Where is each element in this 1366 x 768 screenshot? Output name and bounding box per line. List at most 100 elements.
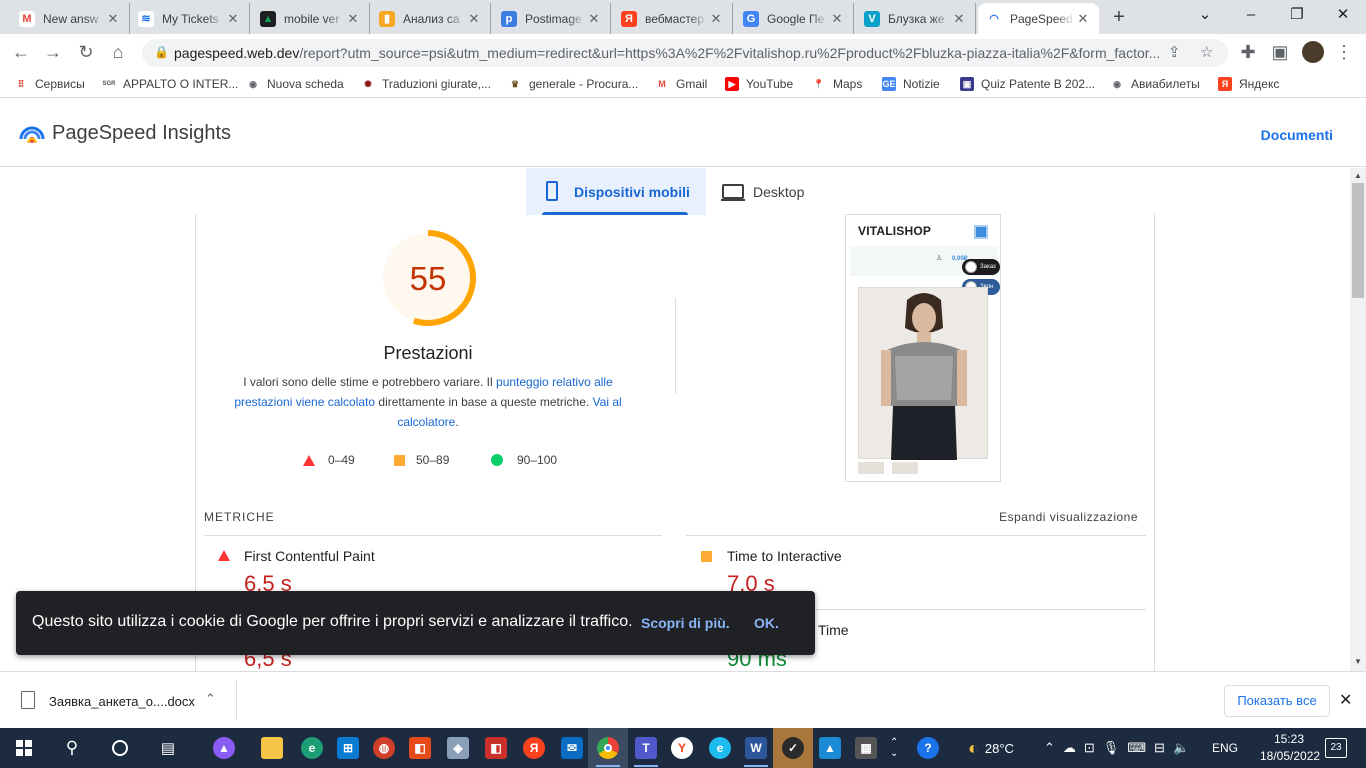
download-filename[interactable]: Заявка_анкета_о....docx xyxy=(49,694,195,709)
bookmark-item[interactable]: 📍 Maps xyxy=(812,75,862,93)
calculator-icon[interactable]: ▦ xyxy=(846,728,886,768)
profile-avatar[interactable] xyxy=(1302,41,1324,63)
app-gray-icon[interactable]: ◈ xyxy=(438,728,478,768)
tab-8[interactable]: V Блузка же ✕ xyxy=(856,3,976,34)
input-language[interactable]: ENG xyxy=(1212,728,1238,768)
close-window-button[interactable]: ✕ xyxy=(1320,0,1366,34)
tab-title: Блузка же xyxy=(888,11,945,26)
yandex-browser-icon[interactable]: Y xyxy=(662,728,702,768)
cookie-learn-more-link[interactable]: Scopri di più. xyxy=(641,615,730,631)
legend-fail-label: 0–49 xyxy=(328,453,355,467)
word-icon[interactable]: W xyxy=(736,728,776,768)
photos-icon[interactable]: ▲ xyxy=(810,728,850,768)
tab-search-icon[interactable]: ⌄ xyxy=(1182,0,1228,34)
help-icon[interactable]: ? xyxy=(908,728,948,768)
alice-assistant-icon[interactable]: ▲ xyxy=(204,728,244,768)
bookmark-item[interactable]: Я Яндекс xyxy=(1218,75,1279,93)
close-tab-icon[interactable]: ✕ xyxy=(586,11,602,27)
bookmark-item[interactable]: ◉ Авиабилеты xyxy=(1110,75,1200,93)
teams-icon[interactable]: T xyxy=(626,728,666,768)
search-icon[interactable]: ⚲ xyxy=(52,728,92,768)
start-button[interactable] xyxy=(4,728,44,768)
scroll-up-icon[interactable]: ▲ xyxy=(1351,170,1365,182)
windows-taskbar: ⚲ ▤ ▲ e ⊞ ◍ ◧ ◈ ◧ Я ✉ T Y e W ✓ ▲ ▦ ⌃ ⌄ ?… xyxy=(0,728,1366,768)
menu-icon[interactable]: ⋮ xyxy=(1334,42,1354,62)
chrome-icon[interactable] xyxy=(588,728,628,768)
close-tab-icon[interactable]: ✕ xyxy=(105,11,121,27)
new-tab-button[interactable]: + xyxy=(1108,6,1130,28)
lock-icon[interactable]: 🔒 xyxy=(154,45,169,59)
close-tab-icon[interactable]: ✕ xyxy=(1075,11,1091,27)
close-tab-icon[interactable]: ✕ xyxy=(951,11,967,27)
bookmark-item[interactable]: ✺ Traduzioni giurate,... xyxy=(361,75,491,93)
taskbar-overflow-chevrons[interactable]: ⌃ ⌄ xyxy=(890,728,906,768)
system-tray-icons[interactable]: ⌃☁⊡🎙⌨⊟🔈 xyxy=(1044,728,1197,768)
tab-2[interactable]: ≋ My Tickets ✕ xyxy=(130,3,250,34)
back-icon[interactable]: ← xyxy=(11,42,31,62)
tab-desktop[interactable]: Desktop xyxy=(721,168,842,215)
task-view-icon[interactable]: ▤ xyxy=(148,728,188,768)
cortana-icon[interactable] xyxy=(100,728,140,768)
bookmark-item[interactable]: GE Notizie xyxy=(882,75,940,93)
close-download-bar-icon[interactable]: ✕ xyxy=(1339,690,1352,710)
tab-5[interactable]: p Postimage ✕ xyxy=(493,3,611,34)
show-all-downloads-button[interactable]: Показать все xyxy=(1224,685,1330,717)
minimize-button[interactable]: – xyxy=(1228,0,1274,34)
bookmark-item[interactable]: SGR APPALTO O INTER... xyxy=(102,75,238,93)
edge-browser-icon[interactable]: e xyxy=(292,728,332,768)
extensions-icon[interactable]: ✚ xyxy=(1238,42,1258,62)
close-tab-icon[interactable]: ✕ xyxy=(225,11,241,27)
close-tab-icon[interactable]: ✕ xyxy=(708,11,724,27)
tab-mobile[interactable]: Dispositivi mobili xyxy=(526,168,706,215)
close-tab-icon[interactable]: ✕ xyxy=(345,11,361,27)
maximize-button[interactable]: ❐ xyxy=(1274,0,1320,34)
bookmark-item[interactable]: ◉ Nuova scheda xyxy=(246,75,344,93)
chevron-up-icon[interactable]: ⌃ xyxy=(205,691,216,707)
system-clock[interactable]: 15:23 18/05/2022 xyxy=(1260,731,1320,765)
bookmark-item[interactable]: ⠿ Сервисы xyxy=(14,75,85,93)
app-checkmark-icon[interactable]: ✓ xyxy=(773,728,813,768)
file-explorer-icon[interactable] xyxy=(252,728,292,768)
tab-favicon-icon: ▲ xyxy=(260,10,276,27)
internet-explorer-icon[interactable]: e xyxy=(700,728,740,768)
yandex-icon[interactable]: Я xyxy=(514,728,554,768)
mail-icon[interactable]: ✉ xyxy=(552,728,592,768)
tab-9[interactable]: ◠ PageSpeed ✕ xyxy=(978,3,1099,34)
close-tab-icon[interactable]: ✕ xyxy=(829,11,845,27)
bookmark-favicon-icon: Я xyxy=(1218,77,1232,91)
url-text[interactable]: pagespeed.web.dev/report?utm_source=psi&… xyxy=(174,45,1174,61)
expand-view-button[interactable]: Espandi visualizzazione xyxy=(999,510,1138,524)
close-tab-icon[interactable]: ✕ xyxy=(466,11,482,27)
tab-1[interactable]: M New answ ✕ xyxy=(11,3,130,34)
bookmark-star-icon[interactable]: ☆ xyxy=(1200,43,1213,61)
cookie-ok-button[interactable]: OK. xyxy=(754,615,779,631)
notification-center-icon[interactable]: 23 xyxy=(1325,738,1347,758)
tab-title: PageSpeed xyxy=(1010,11,1073,26)
store-icon[interactable]: ⊞ xyxy=(328,728,368,768)
tab-6[interactable]: Явебмастер ✕ xyxy=(613,3,733,34)
tab-7[interactable]: G Google Пе ✕ xyxy=(735,3,854,34)
bookmark-favicon-icon: ◉ xyxy=(246,77,260,91)
app-office-red-icon[interactable]: ◧ xyxy=(476,728,516,768)
scrollbar-thumb[interactable] xyxy=(1352,183,1364,298)
home-icon[interactable]: ⌂ xyxy=(108,42,128,62)
side-panel-icon[interactable]: ▣ xyxy=(1270,42,1290,62)
bookmark-item[interactable]: ▶ YouTube xyxy=(725,75,793,93)
app-red-icon[interactable]: ◍ xyxy=(364,728,404,768)
bookmark-item[interactable]: ♛ generale - Procura... xyxy=(508,75,638,93)
bookmark-item[interactable]: M Gmail xyxy=(655,75,707,93)
forward-icon[interactable]: → xyxy=(43,42,63,62)
bookmark-label: Notizie xyxy=(903,77,940,91)
office-icon[interactable]: ◧ xyxy=(400,728,440,768)
metric-fcp-label: First Contentful Paint xyxy=(244,548,375,564)
weather-sun-icon: ◐ xyxy=(968,737,979,758)
tab-4[interactable]: ▮ Анализ са ✕ xyxy=(371,3,491,34)
scroll-down-icon[interactable]: ▼ xyxy=(1351,656,1365,668)
weather-widget[interactable]: ◐ 28°C xyxy=(968,728,1014,768)
reload-icon[interactable]: ↻ xyxy=(76,42,96,62)
documentation-link[interactable]: Documenti xyxy=(1261,127,1333,143)
address-bar[interactable]: 🔒 pagespeed.web.dev/report?utm_source=ps… xyxy=(142,39,1228,67)
tab-3[interactable]: ▲ mobile ver ✕ xyxy=(252,3,370,34)
share-icon[interactable]: ⇪ xyxy=(1168,43,1181,61)
bookmark-item[interactable]: ▣ Quiz Patente B 202... xyxy=(960,75,1095,93)
